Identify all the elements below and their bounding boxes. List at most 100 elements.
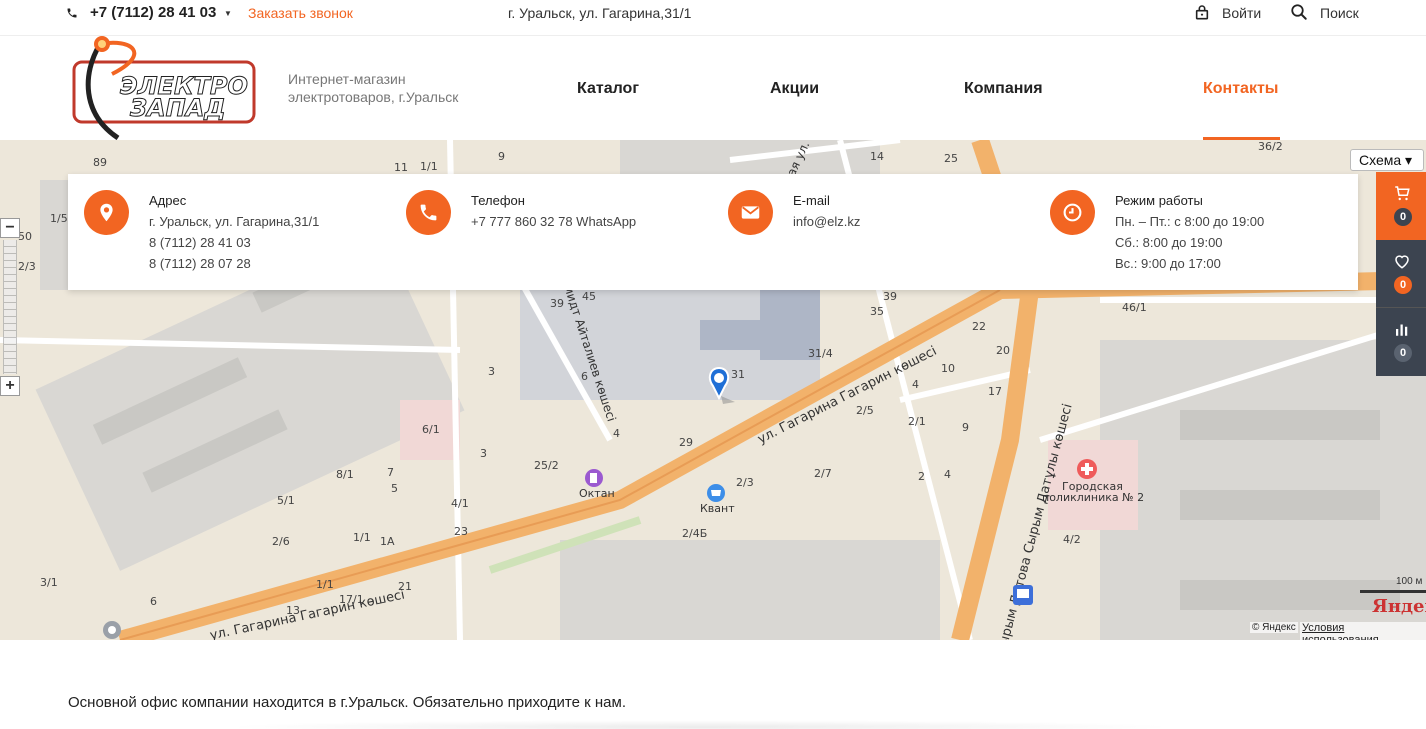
site-tagline: Интернет-магазин электротоваров, г.Ураль… bbox=[288, 71, 459, 105]
house-number: 11 bbox=[394, 161, 408, 174]
poi-label[interactable]: Октан bbox=[579, 487, 615, 500]
house-number: 2/1 bbox=[908, 415, 926, 428]
house-number: 7 bbox=[387, 466, 394, 479]
office-description: Основной офис компании находится в г.Ура… bbox=[68, 694, 626, 711]
contact-line: Сб.: 8:00 до 19:00 bbox=[1115, 235, 1223, 250]
contact-title: Адрес bbox=[149, 193, 187, 208]
envelope-icon bbox=[728, 190, 773, 235]
poi-label[interactable]: Квант bbox=[700, 502, 735, 515]
contacts-card: Адрес г. Уральск, ул. Гагарина,31/1 8 (7… bbox=[68, 174, 1358, 290]
contact-line: г. Уральск, ул. Гагарина,31/1 bbox=[149, 214, 320, 229]
nav-catalog[interactable]: Каталог bbox=[577, 80, 639, 98]
house-number: 36/2 bbox=[1258, 140, 1283, 153]
house-number: 50 bbox=[18, 230, 32, 243]
contact-line: Вс.: 9:00 до 17:00 bbox=[1115, 256, 1221, 271]
contact-line[interactable]: +7 777 860 32 78 WhatsApp bbox=[471, 214, 636, 229]
house-number: 2/6 bbox=[272, 535, 290, 548]
house-number: 4 bbox=[613, 427, 620, 440]
shop-icon[interactable] bbox=[706, 483, 726, 503]
map-copyright: © Яндекс bbox=[1250, 622, 1298, 633]
zoom-out-button[interactable]: − bbox=[0, 218, 20, 238]
nav-promotions[interactable]: Акции bbox=[770, 80, 819, 98]
contact-line[interactable]: 8 (7112) 28 41 03 bbox=[149, 235, 251, 250]
contact-title: E-mail bbox=[793, 193, 830, 208]
hospital-icon[interactable] bbox=[1076, 458, 1098, 480]
house-number: 39 bbox=[883, 290, 897, 303]
house-number: 35 bbox=[870, 305, 884, 318]
contact-line[interactable]: 8 (7112) 28 07 28 bbox=[149, 256, 251, 271]
phone-icon bbox=[67, 8, 77, 18]
poi-label[interactable]: поликлиника № 2 bbox=[1042, 491, 1144, 504]
location-icon[interactable] bbox=[102, 620, 122, 640]
cart-button[interactable]: 0 bbox=[1376, 172, 1426, 240]
house-number: 1А bbox=[380, 535, 395, 548]
house-number: 1/1 bbox=[353, 531, 371, 544]
search-link[interactable]: Поиск bbox=[1320, 5, 1359, 21]
house-number: 4/1 bbox=[451, 497, 469, 510]
fuel-station-icon[interactable] bbox=[584, 468, 604, 488]
house-number: 3 bbox=[480, 447, 487, 460]
zoom-slider[interactable] bbox=[3, 240, 17, 374]
content-shadow bbox=[220, 720, 1180, 729]
heart-icon bbox=[1395, 255, 1409, 269]
top-bar: +7 (7112) 28 41 03 ▼ Заказать звонок г. … bbox=[0, 0, 1426, 36]
house-number: 4/2 bbox=[1063, 533, 1081, 546]
house-number: 31/4 bbox=[808, 347, 833, 360]
nav-company[interactable]: Компания bbox=[964, 80, 1043, 98]
svg-text:ЗАПАД: ЗАПАД bbox=[129, 94, 226, 122]
zoom-in-button[interactable]: + bbox=[0, 376, 20, 396]
floating-side-panel: 0 0 0 bbox=[1376, 172, 1426, 376]
house-number: 1/1 bbox=[420, 160, 438, 173]
favorites-count-badge: 0 bbox=[1394, 276, 1412, 294]
house-number: 17 bbox=[988, 385, 1002, 398]
nav-contacts[interactable]: Контакты bbox=[1203, 80, 1278, 98]
house-number: 5/1 bbox=[277, 494, 295, 507]
house-number: 8/1 bbox=[336, 468, 354, 481]
cart-icon bbox=[1395, 186, 1410, 201]
house-number: 22 bbox=[972, 320, 986, 333]
cart-count-badge: 0 bbox=[1394, 208, 1412, 226]
clock-icon bbox=[1050, 190, 1095, 235]
callback-link[interactable]: Заказать звонок bbox=[248, 5, 353, 21]
favorites-button[interactable]: 0 bbox=[1376, 240, 1426, 308]
house-number: 45 bbox=[582, 290, 596, 303]
header-phone[interactable]: +7 (7112) 28 41 03 bbox=[90, 4, 216, 21]
house-number: 6/1 bbox=[422, 423, 440, 436]
contact-line[interactable]: info@elz.kz bbox=[793, 214, 860, 229]
phone-icon bbox=[406, 190, 451, 235]
bus-stop-icon[interactable] bbox=[1012, 584, 1034, 606]
house-number: 3 bbox=[488, 365, 495, 378]
contact-line: Пн. – Пт.: с 8:00 до 19:00 bbox=[1115, 214, 1265, 229]
house-number: 10 bbox=[941, 362, 955, 375]
house-number: 46/1 bbox=[1122, 301, 1147, 314]
terms-link[interactable]: Условия использования bbox=[1300, 622, 1426, 640]
yandex-logo[interactable]: Яндекс bbox=[1372, 596, 1426, 617]
house-number: 20 bbox=[996, 344, 1010, 357]
company-logo[interactable]: ЭЛЕКТРО ЗАПАД bbox=[72, 34, 256, 140]
house-number: 2/5 bbox=[856, 404, 874, 417]
map-layer-select[interactable]: Схема ▾ bbox=[1350, 149, 1424, 171]
chevron-down-icon[interactable]: ▼ bbox=[224, 9, 232, 18]
house-number: 4 bbox=[912, 378, 919, 391]
login-link[interactable]: Войти bbox=[1222, 5, 1261, 21]
house-number: 3/1 bbox=[40, 576, 58, 589]
house-number: 2 bbox=[918, 470, 925, 483]
house-number: 14 bbox=[870, 150, 884, 163]
house-number: 2/7 bbox=[814, 467, 832, 480]
contact-title: Телефон bbox=[471, 193, 525, 208]
house-number: 1/5 bbox=[50, 212, 68, 225]
map-scale-bar bbox=[1360, 590, 1426, 593]
house-number: 5 bbox=[391, 482, 398, 495]
house-number: 6 bbox=[150, 595, 157, 608]
contact-title: Режим работы bbox=[1115, 193, 1203, 208]
house-number: 4 bbox=[944, 468, 951, 481]
search-icon[interactable] bbox=[1290, 3, 1308, 21]
compare-button[interactable]: 0 bbox=[1376, 308, 1426, 376]
house-number: 39 bbox=[550, 297, 564, 310]
house-number: 23 bbox=[454, 525, 468, 538]
house-number: 2/4Б bbox=[682, 527, 708, 540]
lock-icon[interactable] bbox=[1194, 4, 1210, 20]
location-icon bbox=[84, 190, 129, 235]
header-address: г. Уральск, ул. Гагарина,31/1 bbox=[508, 5, 692, 21]
map-marker-icon[interactable] bbox=[705, 366, 739, 406]
